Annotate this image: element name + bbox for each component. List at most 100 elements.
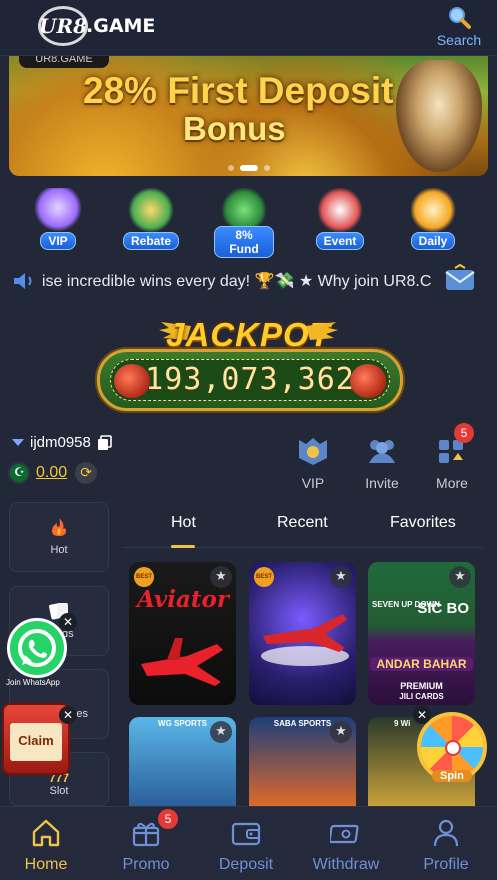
- whatsapp-icon: [18, 629, 56, 667]
- game-tag: PREMIUM: [400, 681, 443, 691]
- invite-action[interactable]: Invite: [358, 436, 406, 491]
- carousel-dots: [227, 165, 270, 171]
- carousel-dot[interactable]: [263, 165, 270, 171]
- wheel-center-icon: [445, 740, 461, 756]
- banner-logo-tag: UR8.GAME: [19, 56, 109, 68]
- more-label: More: [436, 475, 468, 491]
- nav-deposit[interactable]: Deposit: [206, 817, 286, 874]
- quick-link-vip[interactable]: VIP: [28, 188, 88, 250]
- gift-icon: [132, 822, 160, 847]
- pakistan-flag-icon: [8, 462, 30, 484]
- game-card-wg-sports[interactable]: WG SPORTS ★: [129, 717, 236, 807]
- logo-mark: UR8: [38, 6, 88, 46]
- game-card-plane[interactable]: BEST ★: [249, 562, 356, 705]
- favorite-star-icon[interactable]: ★: [449, 566, 471, 588]
- logo-suffix: .GAME: [86, 15, 156, 37]
- game-card-aviator[interactable]: BEST ★ Aviator: [129, 562, 236, 705]
- copy-icon[interactable]: [97, 434, 113, 451]
- game-title: Aviator: [137, 586, 229, 613]
- promo-notification-badge: 5: [158, 809, 178, 829]
- quick-link-label: Rebate: [122, 232, 179, 250]
- whatsapp-close-icon[interactable]: ✕: [59, 613, 77, 631]
- vip-shield-icon: [299, 438, 327, 465]
- tab-favorites[interactable]: Favorites: [390, 514, 456, 532]
- carousel-dot[interactable]: [227, 165, 234, 171]
- nav-withdraw[interactable]: Withdraw: [306, 817, 386, 874]
- nav-label: Profile: [423, 856, 469, 873]
- wheel-close-icon[interactable]: ✕: [413, 706, 431, 724]
- announcement-text: ise incredible wins every day! 🏆💸 ★ Why …: [42, 273, 432, 290]
- whatsapp-label: Join WhatsApp: [6, 678, 60, 687]
- mail-icon[interactable]: [445, 264, 475, 294]
- vip-label: VIP: [301, 475, 325, 491]
- calendar-icon: [409, 188, 457, 232]
- carousel-dot-active[interactable]: [239, 165, 258, 171]
- search-icon: [449, 7, 471, 29]
- balance-value[interactable]: 0.00: [36, 464, 67, 482]
- bottom-navigation: Home Promo 5 Deposit Withdraw Profile: [0, 806, 497, 880]
- quick-link-fund[interactable]: 8% Fund: [214, 188, 274, 258]
- claim-label: Claim: [18, 733, 54, 748]
- claim-close-icon[interactable]: ✕: [59, 706, 77, 724]
- invite-label: Invite: [365, 475, 399, 491]
- favorite-star-icon[interactable]: ★: [210, 721, 232, 743]
- jackpot-wing-right-icon: [306, 322, 338, 340]
- tab-recent[interactable]: Recent: [277, 514, 328, 532]
- active-tab-indicator: [171, 545, 195, 548]
- spin-label[interactable]: Spin: [432, 770, 472, 782]
- home-icon: [32, 819, 60, 847]
- quick-link-label: Event: [315, 232, 365, 250]
- jackpot-counter: 193,073,362: [97, 349, 403, 411]
- people-icon: [369, 440, 395, 463]
- game-title-secondary: ANDAR BAHAR: [370, 657, 473, 671]
- checklist-icon: [316, 188, 364, 232]
- username-row[interactable]: ijdm0958: [12, 434, 113, 451]
- wallet-icon: [231, 822, 261, 846]
- nav-label: Deposit: [218, 856, 274, 873]
- search-label: Search: [436, 32, 482, 48]
- dragon-right-icon: [350, 364, 386, 398]
- quick-link-label: Daily: [410, 232, 456, 250]
- nav-home[interactable]: Home: [6, 817, 86, 874]
- nav-label: Promo: [122, 856, 170, 873]
- quick-link-event[interactable]: Event: [310, 188, 370, 250]
- quick-link-label: 8% Fund: [214, 226, 274, 258]
- speaker-icon: [14, 273, 32, 289]
- search-button[interactable]: Search: [435, 4, 483, 48]
- quick-links: VIP Rebate 8% Fund Event Daily: [0, 188, 497, 258]
- game-card-andar-bahar[interactable]: ★ SEVEN UP DOWN SIC BO ANDAR BAHAR PREMI…: [368, 562, 475, 705]
- game-title: SIC BO: [417, 600, 469, 617]
- whatsapp-float-button[interactable]: [7, 618, 67, 678]
- refresh-icon[interactable]: ⟳: [75, 462, 98, 484]
- banner-headline: 28% First Deposit: [83, 70, 394, 111]
- game-tabs: Hot Recent Favorites: [124, 514, 483, 548]
- quick-link-label: VIP: [40, 232, 76, 250]
- wallet-balance: 0.00 ⟳: [8, 462, 98, 484]
- banner-warrior-image: [396, 60, 482, 172]
- nav-label: Home: [24, 856, 68, 873]
- best-badge: BEST: [134, 567, 154, 587]
- nav-profile[interactable]: Profile: [406, 817, 486, 874]
- favorite-star-icon[interactable]: ★: [210, 566, 232, 588]
- game-provider: JILI CARDS: [399, 692, 444, 701]
- jet-plane-icon: [261, 614, 349, 666]
- category-hot[interactable]: Hot: [9, 502, 109, 572]
- favorite-star-icon[interactable]: ★: [330, 566, 352, 588]
- caret-down-icon: [12, 439, 24, 446]
- game-card-saba-sports[interactable]: SABA SPORTS ★: [249, 717, 356, 807]
- fire-icon: [52, 518, 66, 536]
- quick-link-daily[interactable]: Daily: [403, 188, 463, 250]
- quick-link-rebate[interactable]: Rebate: [121, 188, 181, 250]
- money-stack-icon: [127, 188, 175, 232]
- promo-banner[interactable]: UR8.GAME 28% First Deposit Bonus: [9, 56, 488, 176]
- site-logo[interactable]: UR8 .GAME: [38, 6, 155, 46]
- favorite-star-icon[interactable]: ★: [330, 721, 352, 743]
- vip-action[interactable]: VIP: [289, 436, 337, 491]
- vip-crown-icon: [34, 188, 82, 232]
- profile-icon: [433, 819, 459, 847]
- nav-label: Withdraw: [312, 856, 380, 873]
- category-label: Hot: [50, 544, 68, 556]
- more-action[interactable]: More: [428, 436, 476, 491]
- category-label: Slot: [49, 785, 69, 797]
- tab-hot[interactable]: Hot: [171, 514, 196, 532]
